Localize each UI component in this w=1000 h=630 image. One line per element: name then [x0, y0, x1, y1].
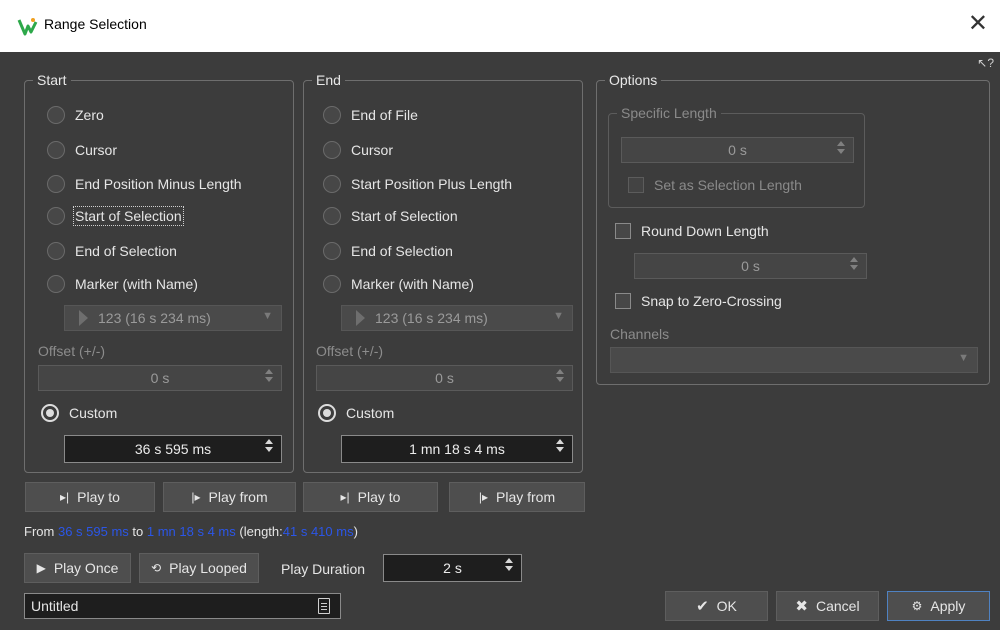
play-from-icon: |▸ — [478, 490, 488, 504]
radio-button[interactable] — [47, 275, 65, 293]
spin-arrows-icon[interactable] — [555, 369, 564, 382]
start-custom-time-field[interactable]: 36 s 595 ms — [64, 435, 282, 463]
specific-length-spinbox[interactable]: 0 s — [621, 137, 854, 163]
radio-button[interactable] — [323, 175, 341, 193]
loop-icon: ⟲ — [151, 561, 162, 575]
chevron-down-icon: ▼ — [553, 310, 564, 322]
round-down-spinbox[interactable]: 0 s — [634, 253, 867, 279]
channels-combo[interactable]: ▼ — [610, 347, 978, 373]
end-option-marker[interactable]: Marker (with Name) — [323, 273, 474, 295]
spin-arrows-icon[interactable] — [264, 439, 273, 452]
radio-button[interactable] — [47, 242, 65, 260]
ok-button[interactable]: ✔ OK — [665, 591, 768, 621]
end-option-start-of-selection[interactable]: Start of Selection — [323, 205, 458, 227]
checkbox[interactable] — [615, 293, 631, 309]
start-option-zero[interactable]: Zero — [47, 104, 104, 126]
checkmark-icon: ✔ — [696, 598, 709, 615]
start-option-custom[interactable]: Custom — [41, 402, 117, 424]
cancel-button[interactable]: ✖ Cancel — [776, 591, 879, 621]
start-option-start-of-selection[interactable]: Start of Selection — [47, 205, 184, 227]
set-as-selection-length-checkbox[interactable]: Set as Selection Length — [628, 174, 802, 196]
channels-label: Channels — [610, 326, 670, 342]
start-play-from-button[interactable]: |▸ Play from — [163, 482, 296, 512]
title-bar: Range Selection ✕ — [0, 0, 1000, 52]
start-offset-label: Offset (+/-) — [38, 343, 106, 359]
chevron-down-icon: ▼ — [262, 310, 273, 322]
start-option-cursor[interactable]: Cursor — [47, 139, 117, 161]
end-offset-spinbox[interactable]: 0 s — [316, 365, 573, 391]
end-option-end-of-selection[interactable]: End of Selection — [323, 240, 453, 262]
checkbox[interactable] — [628, 177, 644, 193]
end-option-custom[interactable]: Custom — [318, 402, 394, 424]
spin-arrows-icon[interactable] — [836, 141, 845, 154]
radio-button[interactable] — [323, 141, 341, 159]
play-duration-spinbox[interactable]: 2 s — [383, 554, 522, 582]
spin-arrows-icon[interactable] — [264, 369, 273, 382]
radio-button[interactable] — [323, 106, 341, 124]
start-option-end-position-minus-length[interactable]: End Position Minus Length — [47, 173, 242, 195]
start-marker-combo[interactable]: 123 (16 s 234 ms) ▼ — [64, 305, 282, 331]
radio-button[interactable] — [47, 106, 65, 124]
play-icon: ▶ — [36, 561, 46, 575]
end-group-label: End — [312, 72, 345, 88]
apply-button[interactable]: ⚙ Apply — [887, 591, 990, 621]
gears-icon: ⚙ — [911, 599, 923, 613]
selection-range-info: From 36 s 595 ms to 1 mn 18 s 4 ms (leng… — [24, 524, 358, 539]
end-option-end-of-file[interactable]: End of File — [323, 104, 418, 126]
radio-button[interactable] — [323, 275, 341, 293]
start-play-to-button[interactable]: ▸| Play to — [25, 482, 155, 512]
start-offset-spinbox[interactable]: 0 s — [38, 365, 282, 391]
chevron-down-icon: ▼ — [958, 352, 969, 364]
end-offset-label: Offset (+/-) — [316, 343, 384, 359]
play-to-icon: ▸| — [340, 490, 350, 504]
end-option-start-position-plus-length[interactable]: Start Position Plus Length — [323, 173, 512, 195]
close-icon: ✖ — [795, 598, 808, 615]
round-down-length-checkbox[interactable]: Round Down Length — [615, 220, 769, 242]
end-play-from-button[interactable]: |▸ Play from — [449, 482, 585, 512]
window-title: Range Selection — [44, 16, 147, 32]
play-from-icon: |▸ — [191, 490, 201, 504]
marker-icon — [79, 310, 88, 326]
radio-button-checked[interactable] — [41, 404, 59, 422]
marker-icon — [356, 310, 365, 326]
radio-button[interactable] — [47, 175, 65, 193]
start-option-marker[interactable]: Marker (with Name) — [47, 273, 198, 295]
options-group-label: Options — [605, 72, 662, 88]
radio-button[interactable] — [47, 207, 65, 225]
specific-length-label: Specific Length — [617, 105, 721, 121]
play-once-button[interactable]: ▶ Play Once — [24, 553, 131, 583]
whats-this-help-icon[interactable]: ↖? — [977, 56, 994, 70]
start-group-label: Start — [33, 72, 71, 88]
radio-button-checked[interactable] — [318, 404, 336, 422]
radio-button[interactable] — [47, 141, 65, 159]
radio-button[interactable] — [323, 242, 341, 260]
end-custom-time-field[interactable]: 1 mn 18 s 4 ms — [341, 435, 573, 463]
radio-button[interactable] — [323, 207, 341, 225]
snap-to-zero-crossing-checkbox[interactable]: Snap to Zero-Crossing — [615, 290, 782, 312]
play-looped-button[interactable]: ⟲ Play Looped — [139, 553, 259, 583]
spin-arrows-icon[interactable] — [504, 558, 513, 571]
app-logo-icon — [17, 18, 38, 36]
spin-arrows-icon[interactable] — [555, 439, 564, 452]
end-option-cursor[interactable]: Cursor — [323, 139, 393, 161]
checkbox[interactable] — [615, 223, 631, 239]
end-play-to-button[interactable]: ▸| Play to — [303, 482, 438, 512]
spin-arrows-icon[interactable] — [849, 257, 858, 270]
close-icon[interactable]: ✕ — [968, 10, 988, 38]
play-to-icon: ▸| — [60, 490, 70, 504]
start-option-end-of-selection[interactable]: End of Selection — [47, 240, 177, 262]
preset-name-field[interactable]: Untitled — [24, 593, 341, 619]
end-marker-combo[interactable]: 123 (16 s 234 ms) ▼ — [341, 305, 573, 331]
preset-document-icon[interactable] — [318, 598, 330, 614]
play-duration-label: Play Duration — [281, 561, 366, 577]
